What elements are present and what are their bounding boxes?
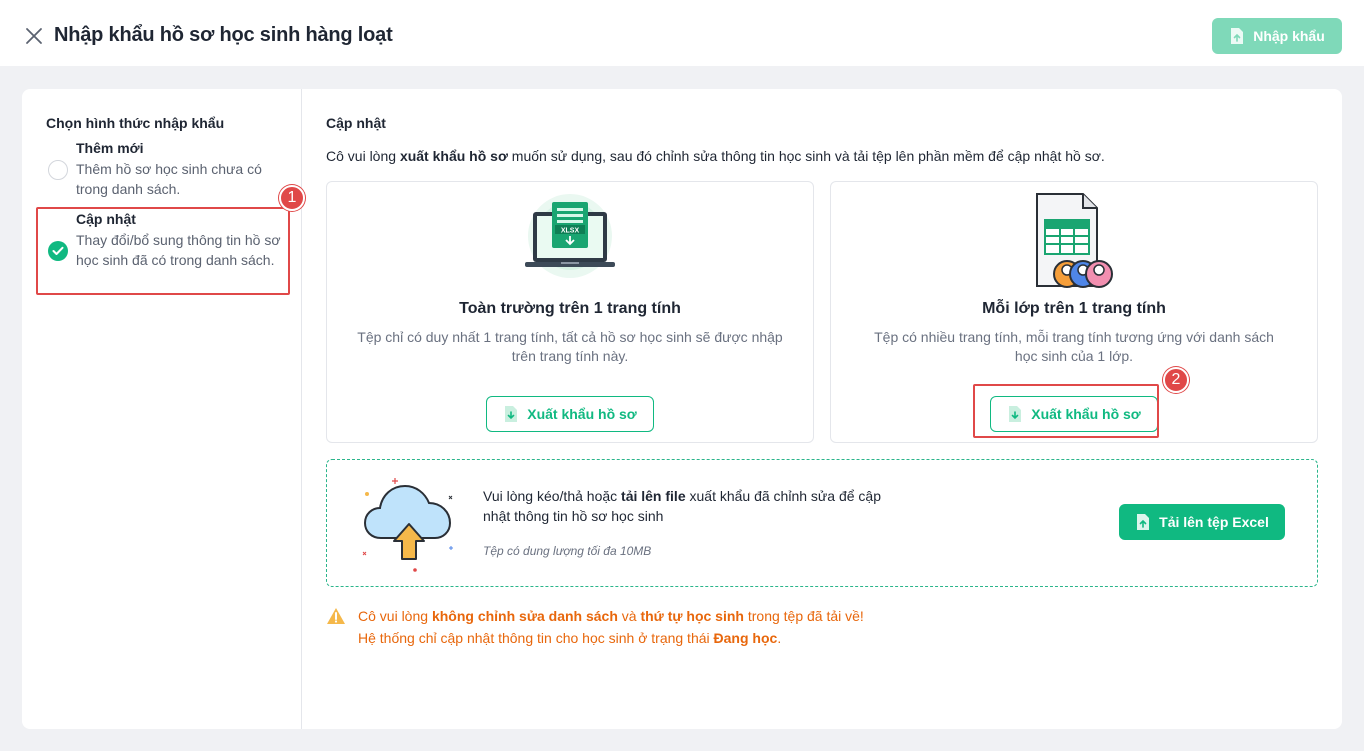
warning-icon — [327, 608, 345, 624]
export-profile-button[interactable]: Xuất khẩu hồ sơ — [990, 396, 1158, 432]
export-card-per-class: Mỗi lớp trên 1 trang tính Tệp có nhiều t… — [830, 181, 1318, 443]
import-type-panel: Chọn hình thức nhập khẩu Thêm mới Thêm h… — [22, 89, 305, 729]
import-type-heading: Chọn hình thức nhập khẩu — [46, 115, 225, 131]
option-title: Thêm mới — [76, 140, 144, 156]
file-upload-icon — [1137, 514, 1150, 530]
upload-button-label: Tải lên tệp Excel — [1159, 514, 1269, 530]
option-description: Thêm hồ sơ học sinh chưa có trong danh s… — [76, 161, 262, 197]
section-title: Cập nhật — [326, 115, 386, 131]
spreadsheet-users-illustration — [831, 190, 1317, 288]
radio-unchecked-icon[interactable] — [48, 160, 68, 180]
radio-checked-icon[interactable] — [48, 241, 68, 261]
upload-instruction: Vui lòng kéo/thả hoặc tải lên file xuất … — [483, 488, 882, 524]
header: Nhập khẩu hồ sơ học sinh hàng loạt Nhập … — [0, 0, 1364, 66]
option-title: Cập nhật — [76, 211, 136, 227]
step-badge-2: 2 — [1163, 367, 1189, 393]
file-download-icon — [505, 406, 518, 422]
export-card-whole-school: XLSX Toàn trường trên 1 trang tính Tệp c… — [326, 181, 814, 443]
laptop-xlsx-illustration: XLSX — [327, 190, 813, 288]
import-button[interactable]: Nhập khẩu — [1212, 18, 1342, 54]
xlsx-label: XLSX — [561, 228, 580, 235]
upload-dropzone[interactable]: Vui lòng kéo/thả hoặc tải lên file xuất … — [326, 459, 1318, 587]
warning-line-1: Cô vui lòng không chỉnh sửa danh sách và… — [358, 608, 864, 624]
file-download-icon — [1009, 406, 1022, 422]
upload-excel-button[interactable]: Tải lên tệp Excel — [1119, 504, 1285, 540]
warning-line-2: Hệ thống chỉ cập nhật thông tin cho học … — [358, 630, 782, 646]
card-title: Mỗi lớp trên 1 trang tính — [982, 300, 1166, 317]
step-badge-1: 1 — [279, 185, 305, 211]
cloud-upload-icon — [362, 478, 453, 572]
file-upload-icon — [1231, 28, 1244, 44]
card-description: Tệp chỉ có duy nhất 1 trang tính, tất cả… — [357, 329, 783, 364]
option-description: Thay đổi/bổ sung thông tin hồ sơ học sin… — [76, 232, 281, 268]
page-title: Nhập khẩu hồ sơ học sinh hàng loạt — [54, 24, 393, 46]
card-title: Toàn trường trên 1 trang tính — [459, 300, 681, 317]
import-button-label: Nhập khẩu — [1253, 28, 1325, 44]
card-description: Tệp có nhiều trang tính, mỗi trang tính … — [874, 329, 1274, 364]
upload-size-note: Tệp có dung lượng tối đa 10MB — [483, 544, 652, 558]
export-button-label: Xuất khẩu hồ sơ — [527, 406, 637, 422]
export-profile-button[interactable]: Xuất khẩu hồ sơ — [486, 396, 654, 432]
intro-text: Cô vui lòng xuất khẩu hồ sơ muốn sử dụng… — [326, 148, 1105, 164]
close-icon[interactable] — [24, 26, 44, 46]
import-card: Chọn hình thức nhập khẩu Thêm mới Thêm h… — [22, 89, 1342, 729]
export-button-label: Xuất khẩu hồ sơ — [1031, 406, 1141, 422]
